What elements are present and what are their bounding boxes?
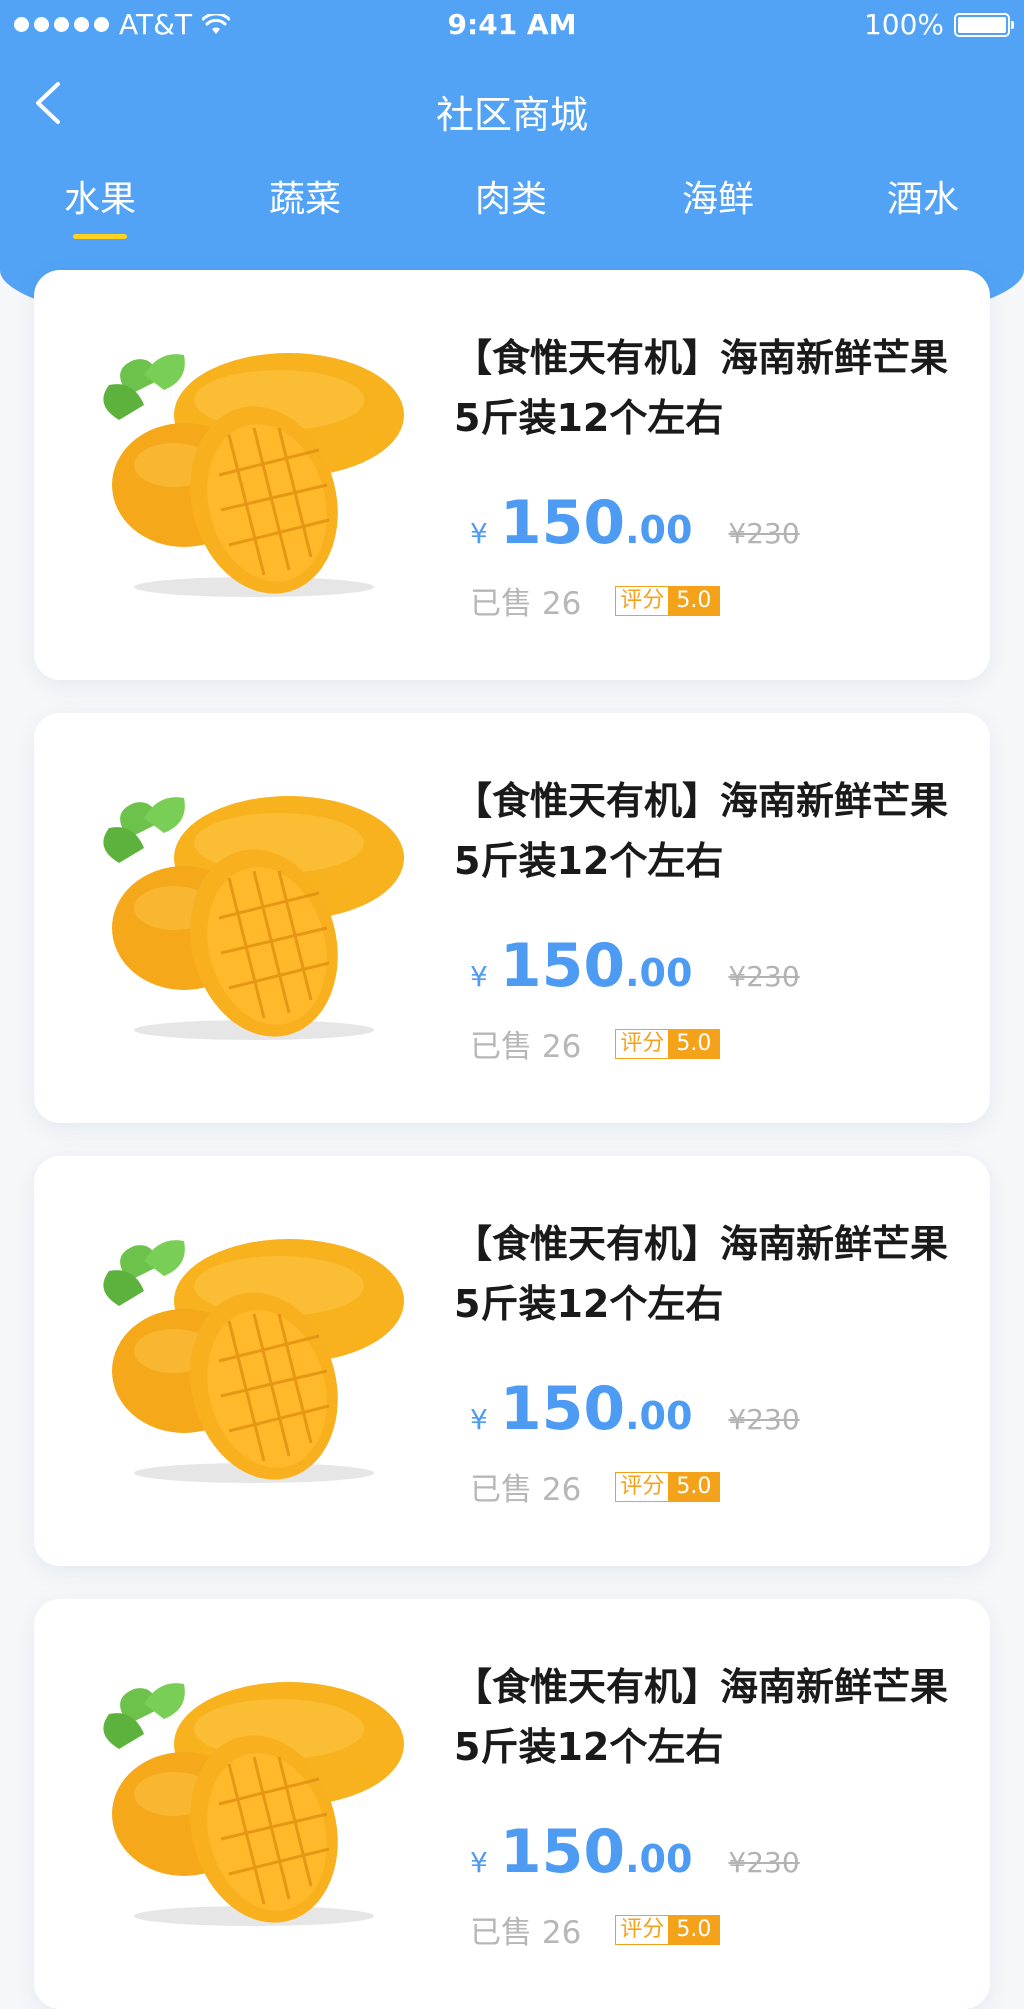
status-right: 100% [863, 8, 1014, 41]
price-integer: 150 [499, 1374, 626, 1444]
price-decimal: .00 [625, 1394, 693, 1438]
product-title: 【食惟天有机】海南新鲜芒果 5斤装12个左右 [454, 1665, 949, 1769]
meta-row: 已售 26 评分 5.0 [470, 578, 721, 623]
price-decimal: .00 [625, 951, 693, 995]
original-price: ¥230 [728, 1403, 800, 1436]
tab-label: 蔬菜 [268, 179, 341, 220]
product-card[interactable]: 【食惟天有机】海南新鲜芒果 5斤装12个左右 ¥ 150 .00 ¥230 已售… [34, 1599, 990, 2009]
rating-value: 5.0 [668, 1915, 720, 1944]
price-integer: 150 [499, 488, 626, 558]
currency-symbol: ¥ [470, 1846, 488, 1879]
meta-row: 已售 26 评分 5.0 [470, 1907, 721, 1952]
rating-value: 5.0 [668, 1472, 720, 1501]
rating-badge: 评分 5.0 [615, 1471, 721, 1502]
price-integer: 150 [499, 931, 626, 1001]
battery-percent: 100% [863, 8, 944, 41]
tab-label: 肉类 [474, 179, 547, 220]
sold-count: 已售 26 [470, 1029, 582, 1065]
rating-label: 评分 [616, 1029, 669, 1058]
price-row: ¥ 150 .00 ¥230 [470, 931, 800, 1001]
product-card[interactable]: 【食惟天有机】海南新鲜芒果 5斤装12个左右 ¥ 150 .00 ¥230 已售… [34, 270, 990, 680]
product-title: 【食惟天有机】海南新鲜芒果 5斤装12个左右 [454, 336, 949, 440]
category-tabs: 水果 蔬菜 肉类 海鲜 酒水 [0, 170, 1024, 240]
product-card[interactable]: 【食惟天有机】海南新鲜芒果 5斤装12个左右 ¥ 150 .00 ¥230 已售… [34, 713, 990, 1123]
original-price: ¥230 [728, 517, 800, 550]
rating-value: 5.0 [668, 1029, 720, 1058]
rating-label: 评分 [616, 586, 669, 615]
currency-symbol: ¥ [470, 1403, 488, 1436]
tab-vegetables[interactable]: 蔬菜 [240, 170, 370, 222]
price-row: ¥ 150 .00 ¥230 [470, 488, 800, 558]
mango-image [103, 1682, 404, 1926]
product-title: 【食惟天有机】海南新鲜芒果 5斤装12个左右 [454, 779, 949, 883]
tab-drinks[interactable]: 酒水 [858, 170, 988, 222]
rating-badge: 评分 5.0 [615, 1028, 721, 1059]
rating-label: 评分 [616, 1472, 669, 1501]
rating-badge: 评分 5.0 [615, 585, 721, 616]
page-title: 社区商城 [435, 93, 588, 137]
original-price: ¥230 [728, 960, 800, 993]
sold-count: 已售 26 [470, 1472, 582, 1508]
mango-image [103, 796, 404, 1040]
tab-seafood[interactable]: 海鲜 [653, 170, 783, 222]
mango-image [103, 1239, 404, 1483]
tab-label: 酒水 [886, 179, 959, 220]
status-bar: AT&T 9:41 AM 100% [0, 0, 1024, 50]
rating-value: 5.0 [668, 586, 720, 615]
currency-symbol: ¥ [470, 960, 488, 993]
original-price: ¥230 [728, 1846, 800, 1879]
meta-row: 已售 26 评分 5.0 [470, 1464, 721, 1509]
active-tab-indicator [73, 234, 127, 239]
rating-badge: 评分 5.0 [615, 1914, 721, 1945]
price-decimal: .00 [625, 508, 693, 552]
tab-fruit[interactable]: 水果 [35, 170, 165, 239]
price-decimal: .00 [625, 1837, 693, 1881]
tab-label: 海鲜 [681, 179, 754, 220]
battery-icon [954, 12, 1014, 37]
tab-label: 水果 [63, 179, 136, 220]
currency-symbol: ¥ [470, 517, 488, 550]
product-title: 【食惟天有机】海南新鲜芒果 5斤装12个左右 [454, 1222, 949, 1326]
meta-row: 已售 26 评分 5.0 [470, 1021, 721, 1066]
sold-count: 已售 26 [470, 586, 582, 622]
sold-count: 已售 26 [470, 1915, 582, 1951]
price-integer: 150 [499, 1817, 626, 1887]
price-row: ¥ 150 .00 ¥230 [470, 1817, 800, 1887]
product-card[interactable]: 【食惟天有机】海南新鲜芒果 5斤装12个左右 ¥ 150 .00 ¥230 已售… [34, 1156, 990, 1566]
rating-label: 评分 [616, 1915, 669, 1944]
price-row: ¥ 150 .00 ¥230 [470, 1374, 800, 1444]
mango-image [103, 353, 404, 597]
tab-meat[interactable]: 肉类 [446, 170, 576, 222]
